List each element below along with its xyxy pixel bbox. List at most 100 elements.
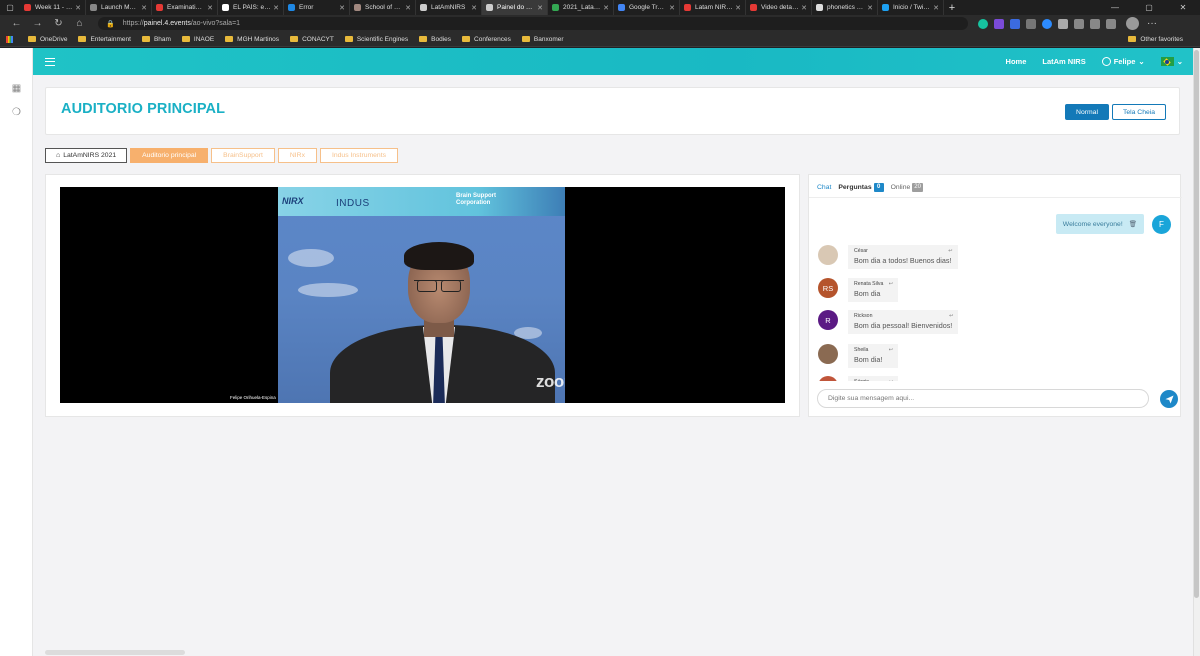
browser-tab[interactable]: Latam NIRS - YouT✕ — [680, 0, 746, 15]
video-player[interactable]: NIRX INDUS Brain Support Corporation zoo… — [60, 187, 785, 403]
room-tab-label: Auditorio principal — [142, 152, 197, 159]
scrollbar-thumb[interactable] — [1194, 50, 1199, 598]
share-icon[interactable] — [1106, 18, 1116, 29]
close-tab-icon[interactable]: ✕ — [735, 4, 741, 12]
room-tab-brainsupport[interactable]: BrainSupport — [211, 148, 275, 163]
grid-icon[interactable]: ▦ — [11, 83, 22, 94]
close-tab-icon[interactable]: ✕ — [141, 4, 147, 12]
room-tab-nirx[interactable]: NIRx — [277, 148, 317, 163]
tab-chat[interactable]: Chat — [817, 184, 831, 191]
browser-tab[interactable]: Painel do Particip✕ — [482, 0, 548, 15]
close-tab-icon[interactable]: ✕ — [801, 4, 807, 12]
browser-tab[interactable]: phonetics of portu✕ — [812, 0, 878, 15]
room-tab-latamnirs[interactable]: ⌂ LatAmNIRS 2021 — [45, 148, 128, 163]
bookmark-item[interactable]: CONACYT — [290, 36, 334, 43]
send-button[interactable] — [1160, 390, 1178, 408]
bookmark-item[interactable]: INAOE — [181, 36, 214, 43]
room-tab-label: Indus Instruments — [331, 152, 386, 159]
bookmark-item[interactable]: Scientific Engines — [344, 36, 408, 43]
reply-icon[interactable]: ↩ — [889, 379, 893, 381]
browser-tab[interactable]: School of Compu✕ — [350, 0, 416, 15]
page-scrollbar[interactable] — [1193, 48, 1200, 656]
maximize-icon[interactable]: ▢ — [1132, 0, 1166, 15]
new-tab-button[interactable]: + — [944, 2, 960, 14]
reply-icon[interactable]: ↩ — [889, 347, 893, 353]
browser-tab[interactable]: Examinations - Ab✕ — [152, 0, 218, 15]
browser-tab[interactable]: Inicio / Twitter ✕ — [878, 0, 944, 15]
browser-tab[interactable]: EL PAÍS: el periódic✕ — [218, 0, 284, 15]
window-menu-icon[interactable]: ▢ — [0, 0, 20, 15]
forward-icon[interactable]: → — [27, 18, 48, 29]
close-tab-icon[interactable]: ✕ — [471, 4, 477, 12]
reply-icon[interactable]: ↩ — [949, 313, 953, 319]
horizontal-scrollbar[interactable] — [45, 650, 185, 655]
bookmark-item[interactable]: Bodies — [419, 36, 451, 43]
bookmark-item[interactable]: Bham — [141, 36, 171, 43]
bookmark-item[interactable]: MGH Martinos — [225, 36, 279, 43]
minimize-icon[interactable]: — — [1098, 0, 1132, 15]
normal-view-button[interactable]: Normal — [1065, 104, 1109, 120]
refresh-icon[interactable]: ↻ — [48, 18, 69, 29]
apps-bookmark[interactable] — [6, 35, 17, 43]
room-tab-auditorio[interactable]: Auditorio principal — [130, 148, 209, 163]
profile-avatar[interactable] — [1126, 17, 1139, 30]
room-tab-indus[interactable]: Indus Instruments — [319, 148, 398, 163]
onenote-icon[interactable] — [994, 18, 1004, 29]
favorites-star-icon[interactable] — [1074, 18, 1084, 29]
browser-tab[interactable]: 2021_LatamNIRS_s✕ — [548, 0, 614, 15]
close-tab-icon[interactable]: ✕ — [537, 4, 543, 12]
tab-online[interactable]: Online 20 — [891, 183, 923, 192]
word-icon[interactable] — [1010, 18, 1020, 29]
speaker-camera: NIRX INDUS Brain Support Corporation zoo… — [278, 187, 565, 403]
url-field[interactable]: 🔒 https://painel.4.events/ao-vivo?sala=1 — [98, 17, 968, 30]
browser-tab[interactable]: LatAmNIRS ✕ — [416, 0, 482, 15]
tab-title: Week 11 - Informa — [35, 4, 74, 11]
close-tab-icon[interactable]: ✕ — [273, 4, 279, 12]
browser-tab[interactable]: Video details - You✕ — [746, 0, 812, 15]
chat-bubbles-icon[interactable]: ❍ — [11, 107, 22, 118]
grammarly-icon[interactable] — [978, 18, 988, 29]
reply-icon[interactable]: ↩ — [948, 248, 952, 254]
close-tab-icon[interactable]: ✕ — [339, 4, 345, 12]
browser-tab[interactable]: Week 11 - Informa✕ — [20, 0, 86, 15]
user-menu[interactable]: Felipe ⌄ — [1101, 57, 1145, 66]
chat-message: Sheila Bom dia! ↩ — [818, 344, 898, 368]
close-tab-icon[interactable]: ✕ — [933, 4, 939, 12]
home-icon[interactable]: ⌂ — [69, 18, 90, 29]
browser-tab[interactable]: Launch Meeting - Z✕ — [86, 0, 152, 15]
close-tab-icon[interactable]: ✕ — [207, 4, 213, 12]
back-icon[interactable]: ← — [6, 18, 27, 29]
more-options-icon[interactable]: ··· — [1147, 18, 1157, 29]
trash-icon[interactable]: 🗑 — [1129, 220, 1137, 228]
puzzle-icon[interactable] — [1058, 18, 1068, 29]
tab-questions[interactable]: Perguntas 0 — [838, 183, 884, 192]
bookmark-item[interactable]: OneDrive — [28, 36, 67, 43]
chat-message-input[interactable] — [817, 389, 1149, 408]
zoom-icon[interactable] — [1042, 18, 1052, 29]
close-tab-icon[interactable]: ✕ — [867, 4, 873, 12]
menu-icon[interactable] — [45, 57, 55, 66]
close-window-icon[interactable]: ✕ — [1166, 0, 1200, 15]
browser-tab[interactable]: Error ✕ — [284, 0, 350, 15]
close-tab-icon[interactable]: ✕ — [603, 4, 609, 12]
sender-name: Sérgio — [854, 379, 892, 381]
browser-tab[interactable]: Google Translate✕ — [614, 0, 680, 15]
bookmark-item[interactable]: Banxomer — [521, 36, 564, 43]
reply-icon[interactable]: ↩ — [889, 281, 893, 287]
close-tab-icon[interactable]: ✕ — [669, 4, 675, 12]
extension-icon[interactable] — [1026, 18, 1036, 29]
tab-favicon — [288, 4, 295, 11]
close-tab-icon[interactable]: ✕ — [75, 4, 81, 12]
fullscreen-button[interactable]: Tela Cheia — [1112, 104, 1166, 120]
chat-messages[interactable]: Welcome everyone! 🗑 F César Bom dia a tod… — [809, 198, 1182, 381]
room-tab-label: NIRx — [289, 152, 305, 159]
collections-icon[interactable] — [1090, 18, 1100, 29]
other-favorites[interactable]: Other favorites — [1128, 36, 1183, 43]
close-tab-icon[interactable]: ✕ — [405, 4, 411, 12]
bookmark-item[interactable]: Entertainment — [78, 36, 131, 43]
send-icon — [1164, 394, 1174, 404]
nav-event-link[interactable]: LatAm NIRS — [1042, 57, 1085, 66]
language-menu[interactable]: ⌄ — [1160, 57, 1183, 66]
nav-home-link[interactable]: Home — [1006, 57, 1027, 66]
bookmark-item[interactable]: Conferences — [462, 36, 511, 43]
